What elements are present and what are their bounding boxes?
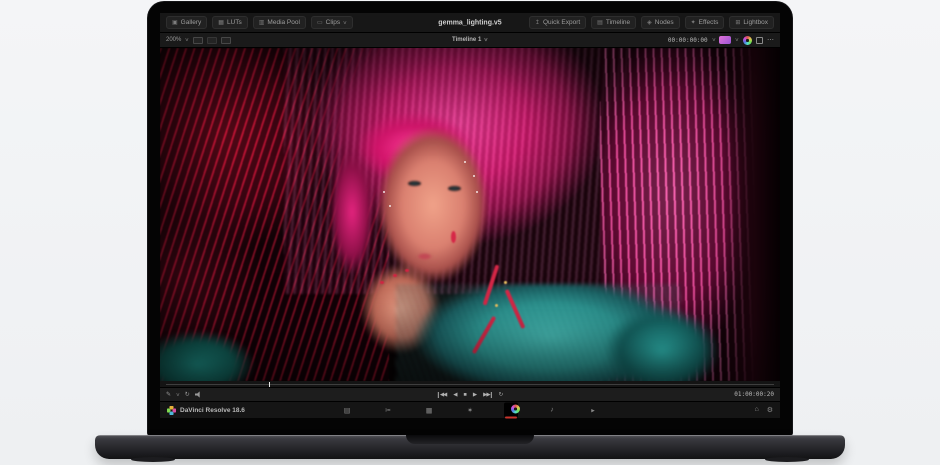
davinci-logo-icon [167, 406, 176, 415]
viewer-toolbar-right: 00:00:00:00 ∨ ∨ ⋯ [668, 36, 774, 45]
stop-button[interactable]: ■ [464, 392, 466, 398]
viewer-toolbar-left: 200% ∨ [166, 37, 231, 44]
annotation-tool-button[interactable]: ✎ [166, 391, 171, 398]
luts-label: LUTs [227, 19, 242, 26]
play-button[interactable]: ▶ [473, 392, 476, 398]
lightbox-button[interactable]: ⊞ Lightbox [729, 16, 774, 29]
expand-icon[interactable] [756, 37, 763, 44]
nodes-button[interactable]: ◈ Nodes [641, 16, 679, 29]
toolbar-right-group: ↥ Quick Export ▤ Timeline ◈ Nodes ✦ [529, 16, 774, 29]
monitor-icon[interactable] [719, 36, 731, 44]
viewer-toggle-1[interactable] [193, 37, 203, 44]
media-pool-label: Media Pool [267, 19, 300, 26]
laptop-foot-left [131, 457, 175, 462]
page-fairlight[interactable]: ♪ [545, 407, 559, 414]
timeline-name: Timeline 1 [452, 37, 481, 43]
quick-export-icon: ↥ [535, 19, 540, 26]
timeline-label: Timeline [606, 19, 630, 26]
unmix-icon[interactable]: ↻ [185, 391, 190, 398]
scrubber-track [166, 384, 774, 385]
playhead-marker[interactable] [269, 382, 270, 387]
viewer[interactable] [160, 48, 780, 381]
quick-export-button[interactable]: ↥ Quick Export [529, 16, 586, 29]
chevron-down-icon: ∨ [343, 20, 348, 26]
viewer-toggle-2[interactable] [207, 37, 217, 44]
record-timecode[interactable]: 01:00:00:20 [734, 391, 774, 398]
vignette-overlay [160, 48, 780, 381]
gallery-label: Gallery [181, 19, 202, 26]
viewer-toolbar: 200% ∨ Timeline 1 ∨ 00:00:00:00 ∨ [160, 33, 780, 48]
zoom-level-dropdown[interactable]: 200% [166, 37, 181, 43]
nodes-label: Nodes [655, 19, 674, 26]
volume-icon[interactable] [195, 391, 203, 398]
chevron-down-icon: ∨ [484, 37, 489, 43]
gear-icon[interactable]: ⚙ [767, 406, 773, 414]
page-cut[interactable]: ✂ [381, 406, 395, 414]
more-options-icon[interactable]: ⋯ [767, 36, 774, 44]
page-media[interactable]: ▤ [340, 406, 354, 414]
page-edit[interactable]: ▦ [422, 406, 436, 414]
play-reverse-button[interactable]: ◀ [453, 392, 456, 398]
page-color-active[interactable] [504, 403, 518, 418]
page-fusion[interactable]: ✶ [463, 406, 477, 414]
first-frame-button[interactable]: ◀◀ [438, 392, 446, 398]
clips-icon: ▭ [317, 19, 323, 26]
page-deliver[interactable]: ▸ [586, 406, 600, 414]
transport-controls: ◀◀ ◀ ■ ▶ ▶▶ ↻ [438, 392, 502, 398]
chevron-down-icon: ∨ [185, 37, 190, 43]
luts-button[interactable]: ▦ LUTs [212, 16, 247, 29]
page-bar: DaVinci Resolve 18.6 ▤ ✂ ▦ ✶ ♪ ▸ ⌂ ⚙ [160, 402, 780, 418]
home-icon[interactable]: ⌂ [754, 406, 758, 414]
gallery-button[interactable]: ▣ Gallery [166, 16, 207, 29]
app-name: DaVinci Resolve 18.6 [180, 407, 245, 414]
viewer-toggle-3[interactable] [221, 37, 231, 44]
clips-button[interactable]: ▭ Clips ∨ [311, 16, 353, 29]
nodes-icon: ◈ [647, 19, 652, 26]
effects-icon: ✦ [691, 19, 696, 26]
timeline-button[interactable]: ▤ Timeline [591, 16, 636, 29]
timeline-selector[interactable]: Timeline 1 ∨ [452, 37, 488, 43]
davinci-resolve-window: ▣ Gallery ▦ LUTs ▥ Media Pool ▭ [160, 13, 780, 418]
transport-left-tools: ✎ ∨ ↻ [166, 391, 203, 398]
lightbox-icon: ⊞ [735, 19, 740, 26]
media-pool-icon: ▥ [259, 19, 265, 26]
loop-button[interactable]: ↻ [499, 392, 503, 398]
chevron-down-icon: ∨ [735, 37, 740, 43]
last-frame-button[interactable]: ▶▶ [483, 392, 491, 398]
quick-export-label: Quick Export [543, 19, 580, 26]
laptop-screen: ▣ Gallery ▦ LUTs ▥ Media Pool ▭ [148, 2, 792, 435]
color-page-wheel-icon [511, 405, 520, 414]
app-brand: DaVinci Resolve 18.6 [167, 406, 245, 415]
laptop-base [95, 435, 845, 459]
effects-button[interactable]: ✦ Effects [685, 16, 725, 29]
toolbar-left-group: ▣ Gallery ▦ LUTs ▥ Media Pool ▭ [166, 16, 353, 29]
laptop-foot-right [765, 457, 809, 462]
effects-label: Effects [699, 19, 719, 26]
top-toolbar: ▣ Gallery ▦ LUTs ▥ Media Pool ▭ [160, 13, 780, 33]
lid-notch [406, 435, 534, 444]
viewer-timecode[interactable]: 00:00:00:00 [668, 37, 708, 44]
lightbox-label: Lightbox [743, 19, 768, 26]
color-wheel-icon[interactable] [743, 36, 752, 45]
transport-bar: ✎ ∨ ↻ ◀◀ ◀ ■ ▶ ▶▶ ↻ 01:00:00:20 [160, 388, 780, 402]
project-title: gemma_lighting.v5 [438, 19, 501, 26]
gallery-icon: ▣ [172, 19, 178, 26]
chevron-down-icon: ∨ [175, 392, 180, 398]
timeline-icon: ▤ [597, 19, 603, 26]
statusbar-right: ⌂ ⚙ [754, 406, 773, 414]
clips-label: Clips [326, 19, 340, 26]
luts-icon: ▦ [218, 19, 224, 26]
media-pool-button[interactable]: ▥ Media Pool [253, 16, 306, 29]
page-switcher: ▤ ✂ ▦ ✶ ♪ ▸ [340, 403, 600, 418]
page-background: ▣ Gallery ▦ LUTs ▥ Media Pool ▭ [0, 0, 940, 465]
viewer-scrubber[interactable] [160, 381, 780, 388]
chevron-down-icon: ∨ [711, 37, 716, 43]
